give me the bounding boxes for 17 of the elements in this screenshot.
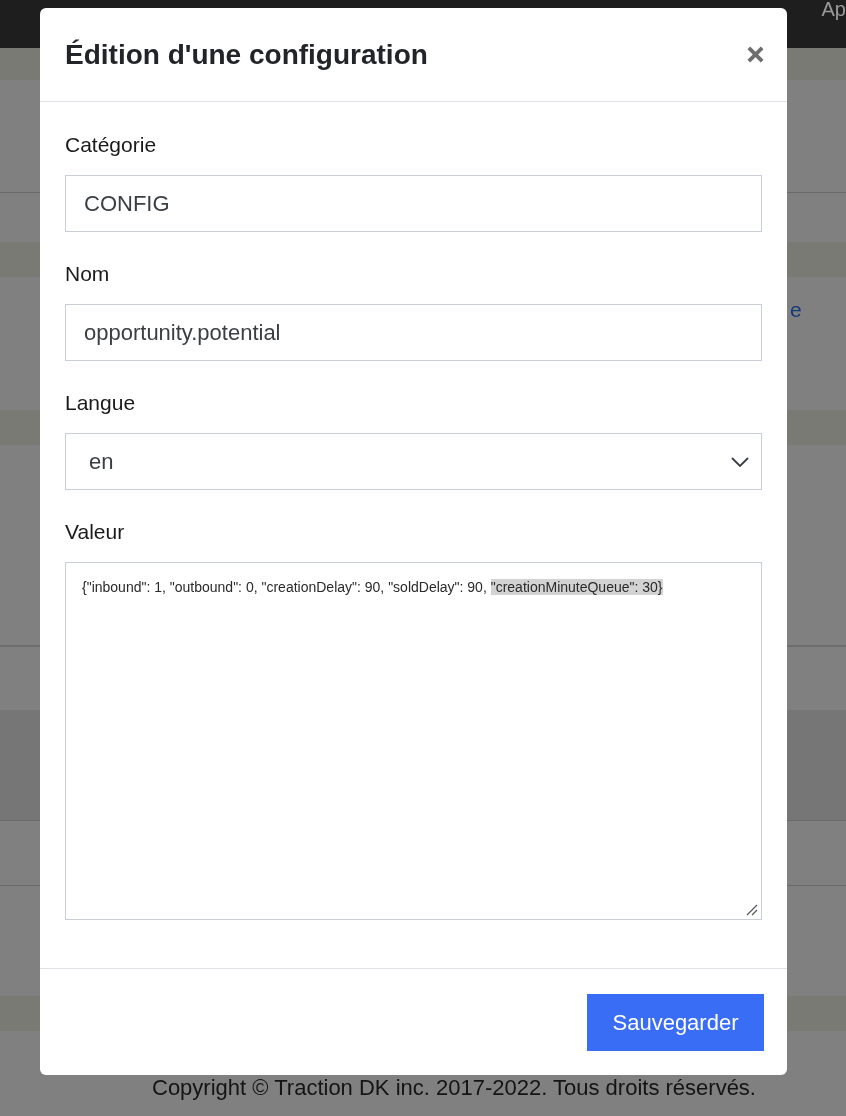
category-input[interactable]: CONFIG [65,175,762,232]
close-icon[interactable] [746,45,765,64]
field-label: Langue [65,391,137,415]
field-label: Valeur [65,520,126,544]
chevron-down-icon [731,456,749,467]
save-button[interactable]: Sauvegarder [587,993,764,1051]
modal-title: Édition d'une configuration [65,40,428,69]
textarea-text: {"inbound": 1, "outbound": 0, "creationDelay": 90, "soldDelay": 90, [82,579,488,595]
value-textarea[interactable]: {"inbound": 1, "outbound": 0, "creationDelay": 90, "soldDelay": 90, "creationMinuteQueue": 30} [65,562,762,920]
field-label: Nom [65,262,111,286]
selected-text: "creationMinuteQueue": 30} [490,579,663,595]
copyright-text: Copyright © Traction DK inc. 2017-2022. Tous droits réservés. [152,1075,756,1100]
language-select[interactable]: en [65,433,762,490]
nav-text[interactable]: Ap [821,0,846,19]
name-input[interactable]: opportunity.potential [65,304,762,361]
field-label: Catégorie [65,133,158,157]
resize-handle-icon[interactable] [746,904,758,916]
